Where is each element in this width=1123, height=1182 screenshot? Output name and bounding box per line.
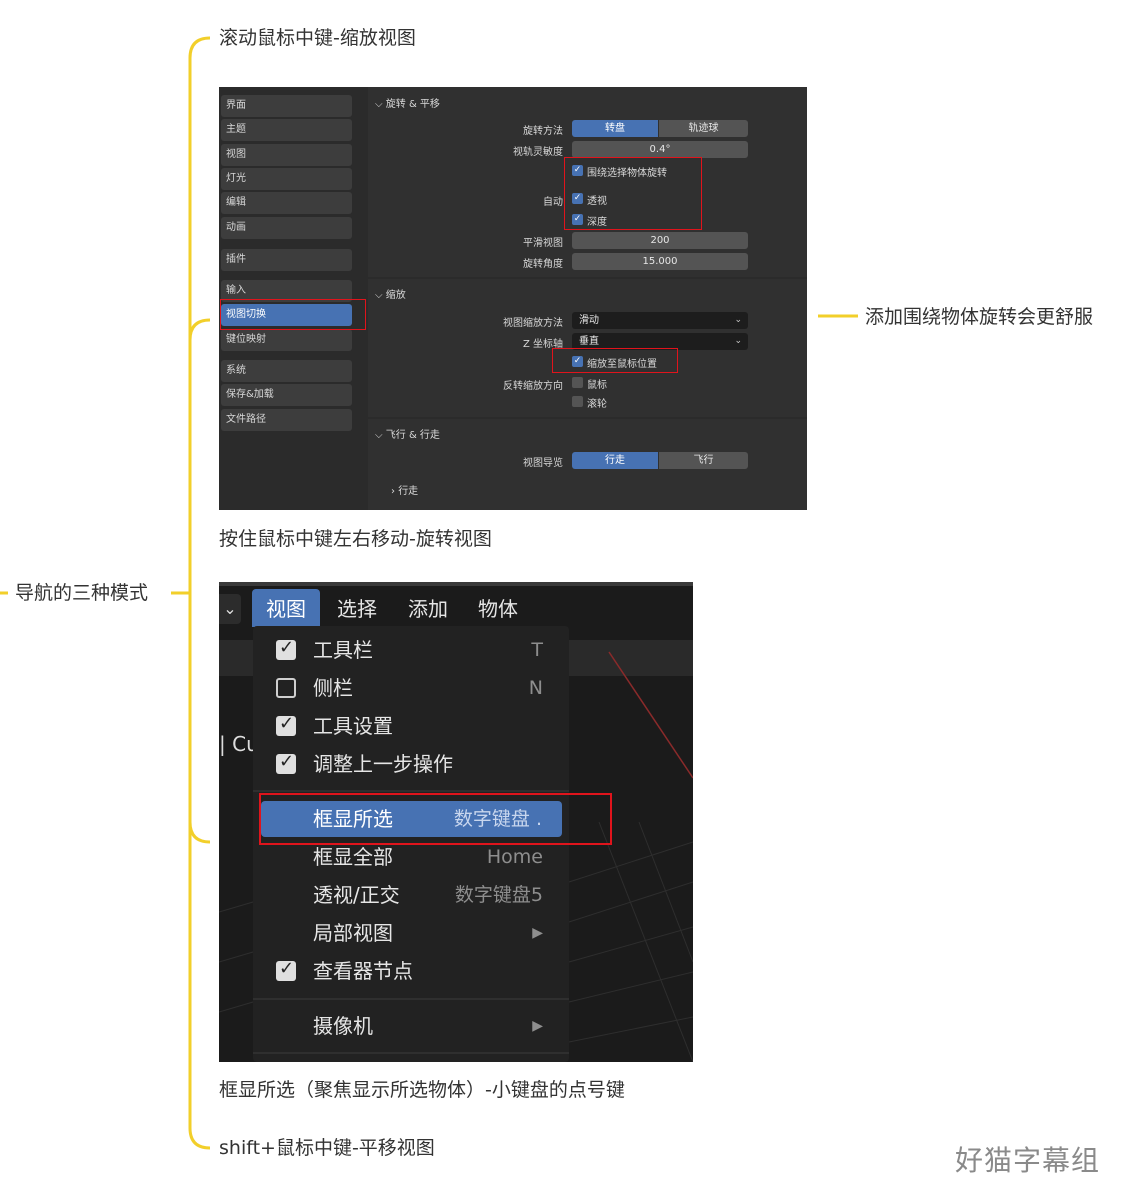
sidebar-item-interface[interactable]: 界面: [221, 95, 352, 117]
checkbox-checked-icon: [276, 713, 296, 736]
smooth-view-field[interactable]: 200: [572, 232, 748, 249]
menu-item-label: 摄像机: [313, 1014, 373, 1038]
rotate-turntable-button[interactable]: 转盘: [572, 120, 658, 137]
menu-item-label: 透视/正交: [313, 883, 400, 907]
highlight-zoom-to-mouse: [552, 348, 678, 373]
sidebar-item-themes[interactable]: 主题: [221, 119, 352, 141]
menu-item-label: 调整上一步操作: [313, 752, 453, 776]
highlight-frame-selected: [259, 793, 612, 845]
menu-item-cameras[interactable]: 摄像机 ▶: [253, 1008, 569, 1044]
highlight-navigation: [220, 299, 366, 330]
menu-item-shortcut: N: [528, 677, 543, 699]
zoom-method-value: 滑动: [579, 315, 599, 326]
menu-item-label: 工具设置: [313, 714, 393, 738]
inner-bracket: [188, 318, 211, 844]
highlight-orbit-options: [564, 157, 702, 230]
checkbox-unchecked-icon: [276, 678, 296, 698]
z-axis-value: 垂直: [579, 336, 599, 347]
menu-item-tool-settings[interactable]: 工具设置: [253, 708, 569, 744]
rotate-trackball-button[interactable]: 轨迹球: [659, 120, 748, 137]
invert-mouse-checkbox[interactable]: [572, 377, 583, 388]
branch-frame-selected: 框显所选（聚焦显示所选物体）-小键盘的点号键: [219, 1079, 625, 1101]
menu-item-viewer-node[interactable]: 查看器节点: [253, 953, 569, 989]
menu-separator: [253, 790, 569, 792]
menu-separator: [253, 1052, 569, 1054]
orbit-sensitivity-label: 视轨灵敏度: [513, 147, 563, 158]
menu-item-local-view[interactable]: 局部视图 ▶: [253, 915, 569, 951]
view-navigation-label: 视图导览: [523, 458, 563, 469]
annotation-text: 添加围绕物体旋转会更舒服: [865, 306, 1094, 328]
menu-item-perspective-orthographic[interactable]: 透视/正交 数字键盘5: [253, 877, 569, 913]
fly-walk-title-text: 飞行 & 行走: [385, 430, 440, 441]
mindmap-root: 导航的三种模式: [15, 582, 149, 604]
z-axis-label: Z 坐标轴: [522, 339, 563, 350]
checkbox-checked-icon: [276, 751, 296, 774]
invert-mouse-label: 鼠标: [587, 380, 607, 391]
branch-rotate: 按住鼠标中键左右移动-旋转视图: [219, 528, 492, 550]
rotation-angle-field[interactable]: 15.000: [572, 253, 748, 270]
invert-wheel-checkbox[interactable]: [572, 396, 583, 407]
main-bracket: [188, 36, 211, 1150]
walk-subpanel[interactable]: › 行走: [391, 482, 418, 497]
menu-item-shortcut: T: [531, 639, 543, 661]
branch-zoom: 滚动鼠标中键-缩放视图: [219, 27, 416, 49]
sidebar-item-file-paths[interactable]: 文件路径: [221, 409, 352, 431]
checkbox-checked-icon: [276, 637, 296, 660]
rotate-pan-title[interactable]: ⌵ 旋转 & 平移: [375, 95, 440, 110]
menu-item-label: 工具栏: [313, 638, 373, 662]
walk-subpanel-text: 行走: [398, 486, 419, 497]
submenu-arrow-icon: ▶: [532, 1018, 543, 1034]
zoom-method-dropdown[interactable]: 滑动 ⌄: [572, 312, 748, 329]
invert-zoom-label: 反转缩放方向: [503, 381, 563, 392]
branch-pan: shift+鼠标中键-平移视图: [219, 1137, 435, 1159]
fly-button[interactable]: 飞行: [659, 452, 748, 469]
menu-item-shortcut: 数字键盘5: [454, 884, 543, 906]
menu-item-adjust-last-operation[interactable]: 调整上一步操作: [253, 746, 569, 782]
auto-label: 自动: [543, 197, 563, 208]
sidebar-item-system[interactable]: 系统: [221, 360, 352, 382]
menu-item-toolbar[interactable]: 工具栏 T: [253, 632, 569, 668]
smooth-view-label: 平滑视图: [523, 238, 563, 249]
rotate-pan-title-text: 旋转 & 平移: [385, 99, 440, 110]
chevron-down-icon: ⌄: [734, 315, 742, 325]
fly-walk-title[interactable]: ⌵ 飞行 & 行走: [375, 426, 440, 441]
watermark: 好猫字幕组: [955, 1144, 1101, 1177]
sidebar-item-viewport[interactable]: 视图: [221, 144, 352, 166]
preferences-screenshot: 界面 主题 视图 灯光 编辑 动画 插件 输入 视图切换 键位映射 系统 保存&…: [219, 87, 807, 510]
invert-wheel-label: 滚轮: [587, 399, 607, 410]
rotation-angle-label: 旋转角度: [523, 259, 563, 270]
view-menu-screenshot: ⌄ 视图 选择 添加 物体 | Cu 工具栏 T 侧栏 N 工具设置: [219, 582, 693, 1062]
sidebar-item-animation[interactable]: 动画: [221, 217, 352, 239]
sidebar-item-lights[interactable]: 灯光: [221, 168, 352, 190]
checkbox-checked-icon: [276, 958, 296, 981]
chevron-down-icon: ⌄: [734, 336, 742, 346]
menu-item-label: 侧栏: [313, 676, 353, 700]
menu-item-sidebar[interactable]: 侧栏 N: [253, 670, 569, 706]
rotate-method-label: 旋转方法: [523, 126, 563, 137]
orbit-sensitivity-field[interactable]: 0.4°: [572, 141, 748, 158]
menu-item-label: 查看器节点: [313, 959, 413, 983]
zoom-method-label: 视图缩放方法: [503, 318, 563, 329]
menu-item-label: 局部视图: [313, 921, 393, 945]
submenu-arrow-icon: ▶: [532, 925, 543, 941]
zoom-title-text: 缩放: [385, 290, 406, 301]
sidebar-item-addons[interactable]: 插件: [221, 249, 352, 271]
walk-button[interactable]: 行走: [572, 452, 658, 469]
sidebar-item-editing[interactable]: 编辑: [221, 192, 352, 214]
sidebar-item-keymap[interactable]: 键位映射: [221, 329, 352, 351]
zoom-title[interactable]: ⌵ 缩放: [375, 286, 406, 301]
menu-separator: [253, 998, 569, 1000]
sidebar-item-save-load[interactable]: 保存&加载: [221, 384, 352, 406]
